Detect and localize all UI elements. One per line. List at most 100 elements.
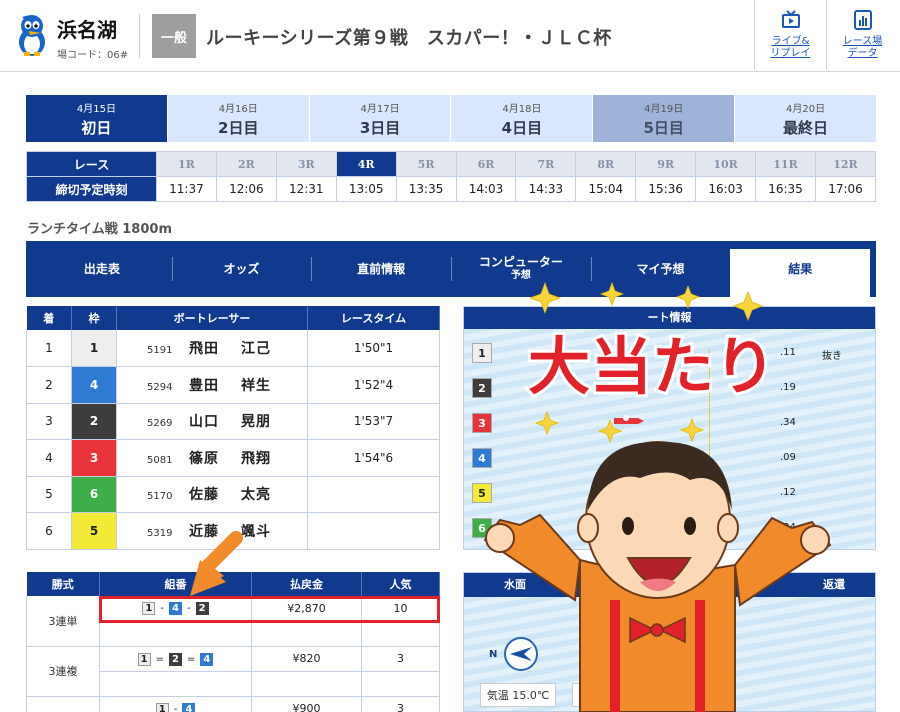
- place: 2: [26, 366, 72, 404]
- tab-my-prediction[interactable]: マイ予想: [590, 249, 731, 297]
- col-place: 着: [26, 306, 72, 330]
- frame-number: 4: [71, 366, 117, 404]
- race-tab-10[interactable]: 10R: [695, 151, 757, 177]
- table-row: 3連単 1 - 4 - 2 ¥2,870 10: [26, 596, 440, 647]
- race-tab-2[interactable]: 2R: [215, 151, 277, 177]
- combo-sep: =: [187, 653, 196, 665]
- boat-icon: [659, 451, 689, 460]
- mascot-logo[interactable]: [12, 12, 52, 58]
- results-table: 着 枠 ボートレーサー レースタイム 1 1 5191 飛田 江己 1'50"1 2…: [26, 306, 440, 550]
- payout-empty: [251, 671, 362, 697]
- start-timing: .34: [780, 522, 796, 533]
- table-row: 4 3 5081 篠原 飛翔 1'54"6: [26, 439, 440, 477]
- race-tab-1[interactable]: 1R: [156, 151, 217, 177]
- table-row: 1 1 5191 飛田 江己 1'50"1: [26, 330, 440, 367]
- day-tab-4[interactable]: 4月18日 4日目: [451, 95, 593, 142]
- race-time: [307, 476, 440, 513]
- day-date: 4月16日: [218, 103, 258, 115]
- day-tab-2[interactable]: 4月16日 2日目: [167, 95, 309, 142]
- deadline-time: 15:36: [635, 176, 697, 202]
- day-tab-5[interactable]: 4月19日 5日目: [593, 95, 735, 142]
- day-tabs: 4月15日 初日 4月16日 2日目 4月17日 3日目 4月18日 4日目 4…: [26, 95, 876, 142]
- frame-number: 3: [71, 439, 117, 477]
- popularity-empty: [361, 621, 440, 647]
- racer-reg-no: 5170: [147, 491, 173, 503]
- lane-badge: 4: [472, 448, 492, 468]
- racer-link[interactable]: 5170 佐藤 太亮: [116, 476, 308, 513]
- frame-number: 5: [71, 512, 117, 550]
- racer-link[interactable]: 5294 豊田 祥生: [116, 366, 308, 404]
- day-date: 4月17日: [360, 103, 400, 115]
- col-payout: 払戻金: [251, 572, 362, 596]
- day-date: 4月18日: [502, 103, 542, 115]
- tab-odds[interactable]: オッズ: [171, 249, 312, 297]
- race-tab-12[interactable]: 12R: [814, 151, 877, 177]
- combo-chip: 4: [182, 702, 196, 712]
- table-row: 6 5 5319 近藤 颯斗: [26, 512, 440, 550]
- bet-type: [26, 696, 100, 712]
- combo-sep: =: [155, 653, 164, 665]
- table-row: 1 - 4 ¥900 3: [26, 696, 440, 712]
- tab-entry-list[interactable]: 出走表: [32, 249, 172, 297]
- deadline-time: 15:04: [575, 176, 637, 202]
- start-timing: .11: [780, 347, 796, 358]
- tab-computer-prediction[interactable]: コンピューター 予想: [451, 249, 591, 297]
- lane-badge: 5: [472, 483, 492, 503]
- race-tab-5[interactable]: 5R: [395, 151, 457, 177]
- day-tab-1[interactable]: 4月15日 初日: [26, 95, 167, 142]
- deadline-time: 12:31: [275, 176, 337, 202]
- deadline-time: 17:06: [814, 176, 877, 202]
- race-tab-3[interactable]: 3R: [275, 151, 337, 177]
- tab-pre-race-info[interactable]: 直前情報: [311, 249, 451, 297]
- race-caption: ランチタイム戦 1800m: [27, 222, 172, 237]
- deadline-time: 12:06: [215, 176, 277, 202]
- popularity-empty: [361, 671, 440, 697]
- racer-reg-no: 5319: [147, 527, 173, 539]
- combo-sep: -: [173, 703, 178, 712]
- live-replay-link[interactable]: ライブ& リプレイ: [754, 0, 826, 70]
- combo-chip: 1: [142, 602, 156, 616]
- payout-amount: ¥820: [251, 646, 362, 672]
- combo-chip: 1: [137, 652, 151, 666]
- payout-table: 勝式 組番 払戻金 人気 3連単 1 - 4 - 2 ¥2,870 10 3連複…: [26, 572, 440, 712]
- racer-link[interactable]: 5191 飛田 江己: [116, 330, 308, 367]
- day-tab-3[interactable]: 4月17日 3日目: [309, 95, 451, 142]
- racer-link[interactable]: 5269 山口 晃朋: [116, 403, 308, 440]
- racer-reg-no: 5294: [147, 381, 173, 393]
- venue-data-link[interactable]: レース場 データ: [826, 0, 898, 70]
- boat-icon: [614, 415, 644, 424]
- col-race-time: レースタイム: [307, 306, 440, 330]
- refund-title: 返還: [823, 578, 845, 591]
- racer-link[interactable]: 5081 篠原 飛翔: [116, 439, 308, 477]
- table-row: 5 6 5170 佐藤 太亮: [26, 476, 440, 513]
- racer-link[interactable]: 5319 近藤 颯斗: [116, 512, 308, 550]
- racer-given-name: 太亮: [241, 487, 271, 504]
- day-label: 初日: [81, 118, 112, 137]
- frame-number: 1: [71, 330, 117, 367]
- race-tab-6[interactable]: 6R: [455, 151, 517, 177]
- day-tab-6[interactable]: 4月20日 最終日: [735, 95, 876, 142]
- race-tab-7[interactable]: 7R: [515, 151, 577, 177]
- racer-surname: 飛田: [189, 341, 219, 357]
- race-subnav: 出走表 オッズ 直前情報 コンピューター 予想 マイ予想 結果: [26, 241, 876, 297]
- race-tab-9[interactable]: 9R: [635, 151, 697, 177]
- popularity: 3: [361, 646, 440, 672]
- race-schedule-table: レース 1R 2R 3R 4R 5R 6R 7R 8R 9R 10R 11R 1…: [26, 151, 877, 202]
- day-date: 4月20日: [786, 103, 826, 115]
- table-row: 3連複 1 = 2 = 4 ¥820 3: [26, 646, 440, 697]
- race-tab-8[interactable]: 8R: [575, 151, 637, 177]
- race-tab-4[interactable]: 4R: [335, 151, 397, 177]
- weather-title: 水面: [504, 578, 526, 591]
- tab-results[interactable]: 結果: [730, 249, 871, 297]
- place: 5: [26, 476, 72, 513]
- start-line: [709, 349, 710, 549]
- combination-empty: [99, 621, 252, 647]
- racer-given-name: 晃朋: [241, 414, 271, 431]
- payout-empty: [251, 621, 362, 647]
- racer-given-name: 颯斗: [241, 523, 271, 540]
- place: 1: [26, 330, 72, 367]
- start-info-body: 1 .11 抜き 2 .19 3 .34 4 .09 5 .12 6 .34: [464, 329, 875, 549]
- race-tab-11[interactable]: 11R: [755, 151, 816, 177]
- start-info-title: ート情報: [464, 307, 875, 329]
- frame-number: 2: [71, 403, 117, 440]
